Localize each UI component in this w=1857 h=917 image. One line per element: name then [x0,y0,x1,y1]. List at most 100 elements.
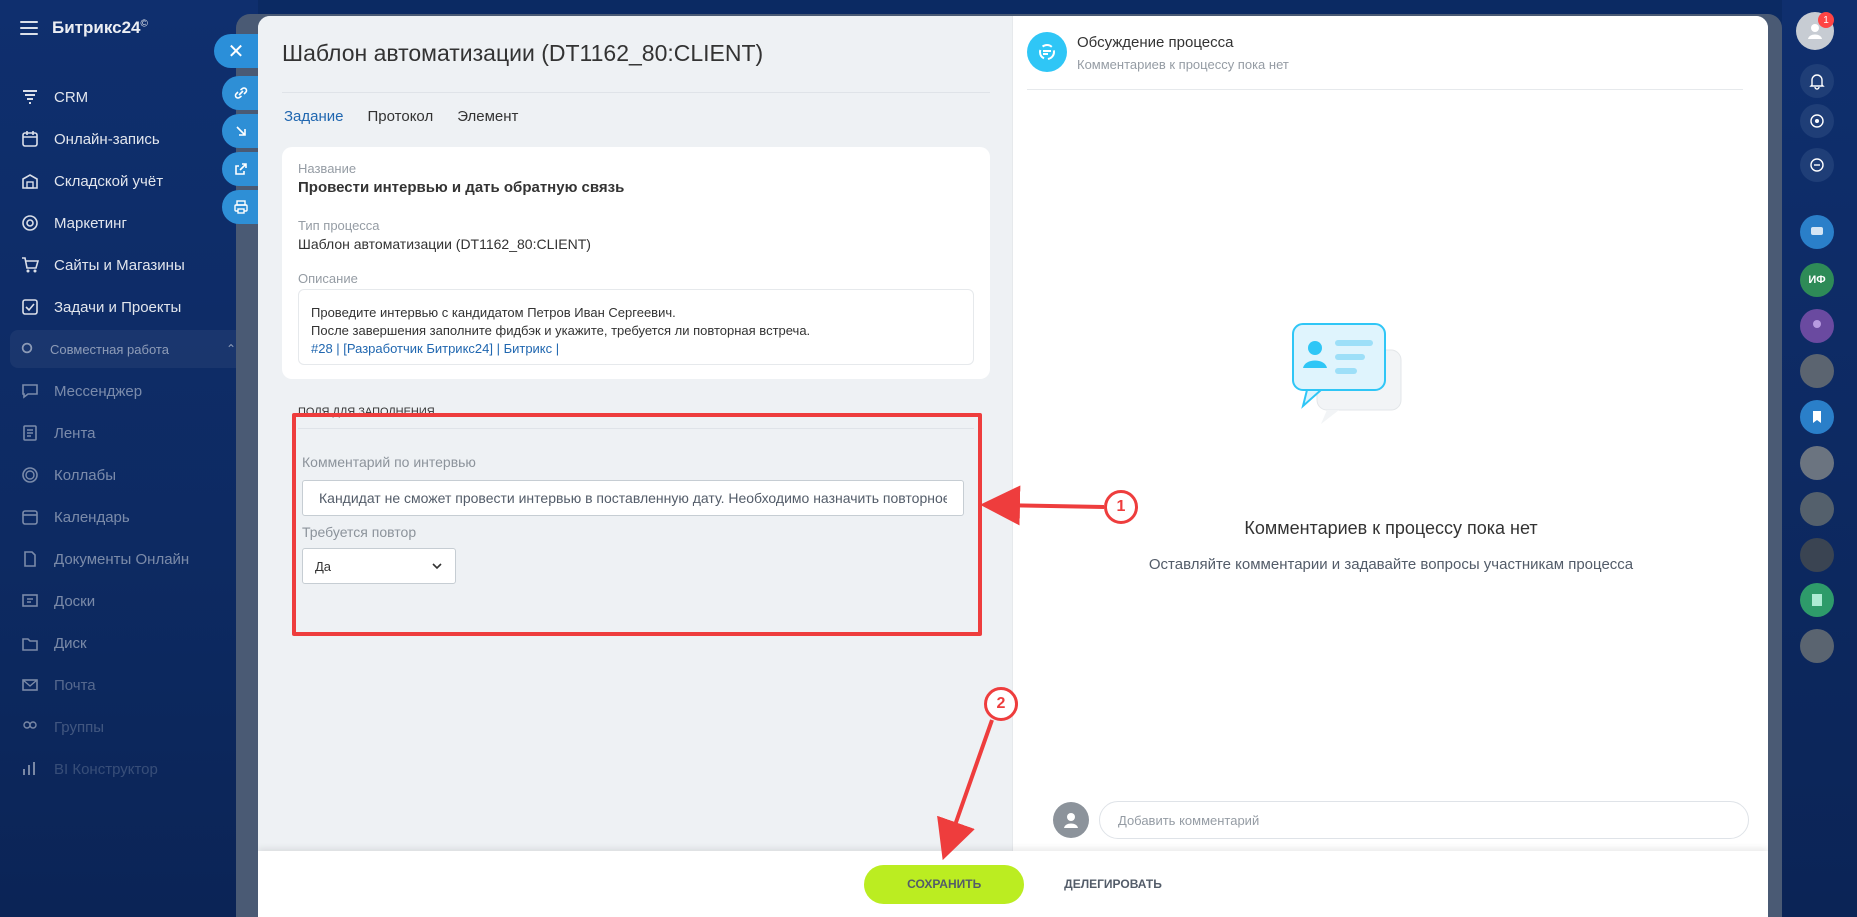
highlight-box [292,413,982,636]
add-comment-input[interactable]: Добавить комментарий [1099,801,1749,839]
minimize-button[interactable] [222,114,260,148]
sidebar-item-label: Документы Онлайн [54,550,190,568]
chat-icon[interactable] [1800,215,1834,249]
close-icon: ✕ [227,40,245,63]
notes-icon[interactable] [1800,583,1834,617]
sidebar-item-sites[interactable]: Сайты и Магазины [0,244,258,286]
chat-search-icon[interactable] [1800,148,1834,182]
callout-1: 1 [1104,490,1138,524]
sidebar-item-label: Группы [54,718,104,736]
sidebar-item-label: Маркетинг [54,214,127,232]
sidebar-item-mail[interactable]: Почта [0,664,258,706]
avatar[interactable] [1800,309,1834,343]
sidebar-item-crm[interactable]: CRM [0,76,258,118]
print-button[interactable] [222,190,260,224]
mail-icon [20,675,40,695]
type-value: Шаблон автоматизации (DT1162_80:CLIENT) [298,236,591,252]
avatar[interactable]: ИФ [1800,263,1834,297]
chat-icon [20,381,40,401]
sidebar-item-label: Лента [54,424,96,442]
print-icon [234,200,248,214]
tab-protocol[interactable]: Протокол [368,108,434,125]
type-label: Тип процесса [298,218,380,233]
checkbox-icon [20,297,40,317]
sidebar-item-label: Диск [54,634,87,652]
menu-burger-icon[interactable] [20,21,38,35]
callout-2: 2 [984,687,1018,721]
left-sidebar: Битрикс24© CRM Онлайн-запись Складской у… [0,0,258,917]
sidebar-item-label: CRM [54,88,89,106]
target-icon [20,213,40,233]
avatar[interactable] [1800,492,1834,526]
disk-icon [20,633,40,653]
process-icon [1027,32,1067,72]
description-line: После завершения заполните фидбэк и укаж… [311,323,811,338]
document-icon [20,549,40,569]
brand-logo[interactable]: Битрикс24© [52,18,148,38]
name-value: Провести интервью и дать обратную связь [298,179,625,196]
description-label: Описание [298,271,358,286]
name-label: Название [298,161,357,176]
bookmark-icon[interactable] [1800,400,1834,434]
open-new-window-button[interactable] [222,152,260,186]
external-link-icon [235,163,247,175]
copy-link-button[interactable] [222,76,260,110]
sidebar-item-documents[interactable]: Документы Онлайн [0,538,258,580]
sidebar-item-marketing[interactable]: Маркетинг [0,202,258,244]
tab-bar: Задание Протокол Элемент [284,108,518,125]
sidebar-item-label: Сайты и Магазины [54,256,185,274]
sidebar-item-groups[interactable]: Группы [0,706,258,748]
sidebar-item-calendar[interactable]: Календарь [0,496,258,538]
close-button[interactable]: ✕ [214,34,258,68]
sidebar-item-label: Календарь [54,508,130,526]
sidebar-item-label: Коллабы [54,466,116,484]
sidebar-group-collaboration[interactable]: Совместная работа ⌃ [10,330,248,368]
sidebar-item-tasks[interactable]: Задачи и Проекты [0,286,258,328]
description-link[interactable]: #28 | [Разработчик Битрикс24] | Битрикс … [311,340,961,358]
sidebar-item-messenger[interactable]: Мессенджер [0,370,258,412]
sidebar-item-collabs[interactable]: Коллабы [0,454,258,496]
sidebar-item-label: Задачи и Проекты [54,298,182,316]
sidebar-group-label: Совместная работа [50,341,169,357]
avatar[interactable] [1800,354,1834,388]
avatar[interactable] [1800,446,1834,480]
sidebar-item-feed[interactable]: Лента [0,412,258,454]
chart-icon [20,759,40,779]
main-menu: CRM Онлайн-запись Складской учёт Маркети… [0,76,258,790]
notification-badge: 1 [1818,12,1834,28]
tab-task[interactable]: Задание [284,108,344,125]
tab-element[interactable]: Элемент [457,108,518,125]
calendar-icon [20,507,40,527]
minimize-icon [236,126,246,136]
sidebar-item-booking[interactable]: Онлайн-запись [0,118,258,160]
sidebar-item-label: Складской учёт [54,172,164,190]
collab-icon [20,465,40,485]
comment-composer: Добавить комментарий [1053,801,1749,839]
divider [1027,89,1743,90]
save-button[interactable]: СОХРАНИТЬ [864,864,1025,904]
sidebar-item-bi[interactable]: BI Конструктор [0,748,258,790]
groups-icon [20,717,40,737]
feed-icon [20,423,40,443]
task-info-card: Название Провести интервью и дать обратн… [282,147,990,379]
sidebar-item-label: Мессенджер [54,382,143,400]
funnel-icon [20,87,40,107]
avatar[interactable] [1800,629,1834,663]
sidebar-item-boards[interactable]: Доски [0,580,258,622]
delegate-button[interactable]: ДЕЛЕГИРОВАТЬ [1064,877,1162,891]
description-box: Проведите интервью с кандидатом Петров И… [298,289,974,365]
description-line: Проведите интервью с кандидатом Петров И… [311,305,676,320]
task-pane: Шаблон автоматизации (DT1162_80:CLIENT) … [258,16,1012,851]
avatar[interactable] [1800,538,1834,572]
empty-comments-illustration [1292,323,1402,424]
warehouse-icon [20,171,40,191]
board-icon [20,591,40,611]
sidebar-item-disk[interactable]: Диск [0,622,258,664]
sidebar-item-label: Доски [54,592,96,610]
target-icon[interactable] [1800,104,1834,138]
sidebar-item-warehouse[interactable]: Складской учёт [0,160,258,202]
bell-icon[interactable] [1800,64,1834,98]
discussion-title: Обсуждение процесса [1077,34,1234,51]
sidebar-item-label: Онлайн-запись [54,130,160,148]
calendar-grid-icon [20,129,40,149]
